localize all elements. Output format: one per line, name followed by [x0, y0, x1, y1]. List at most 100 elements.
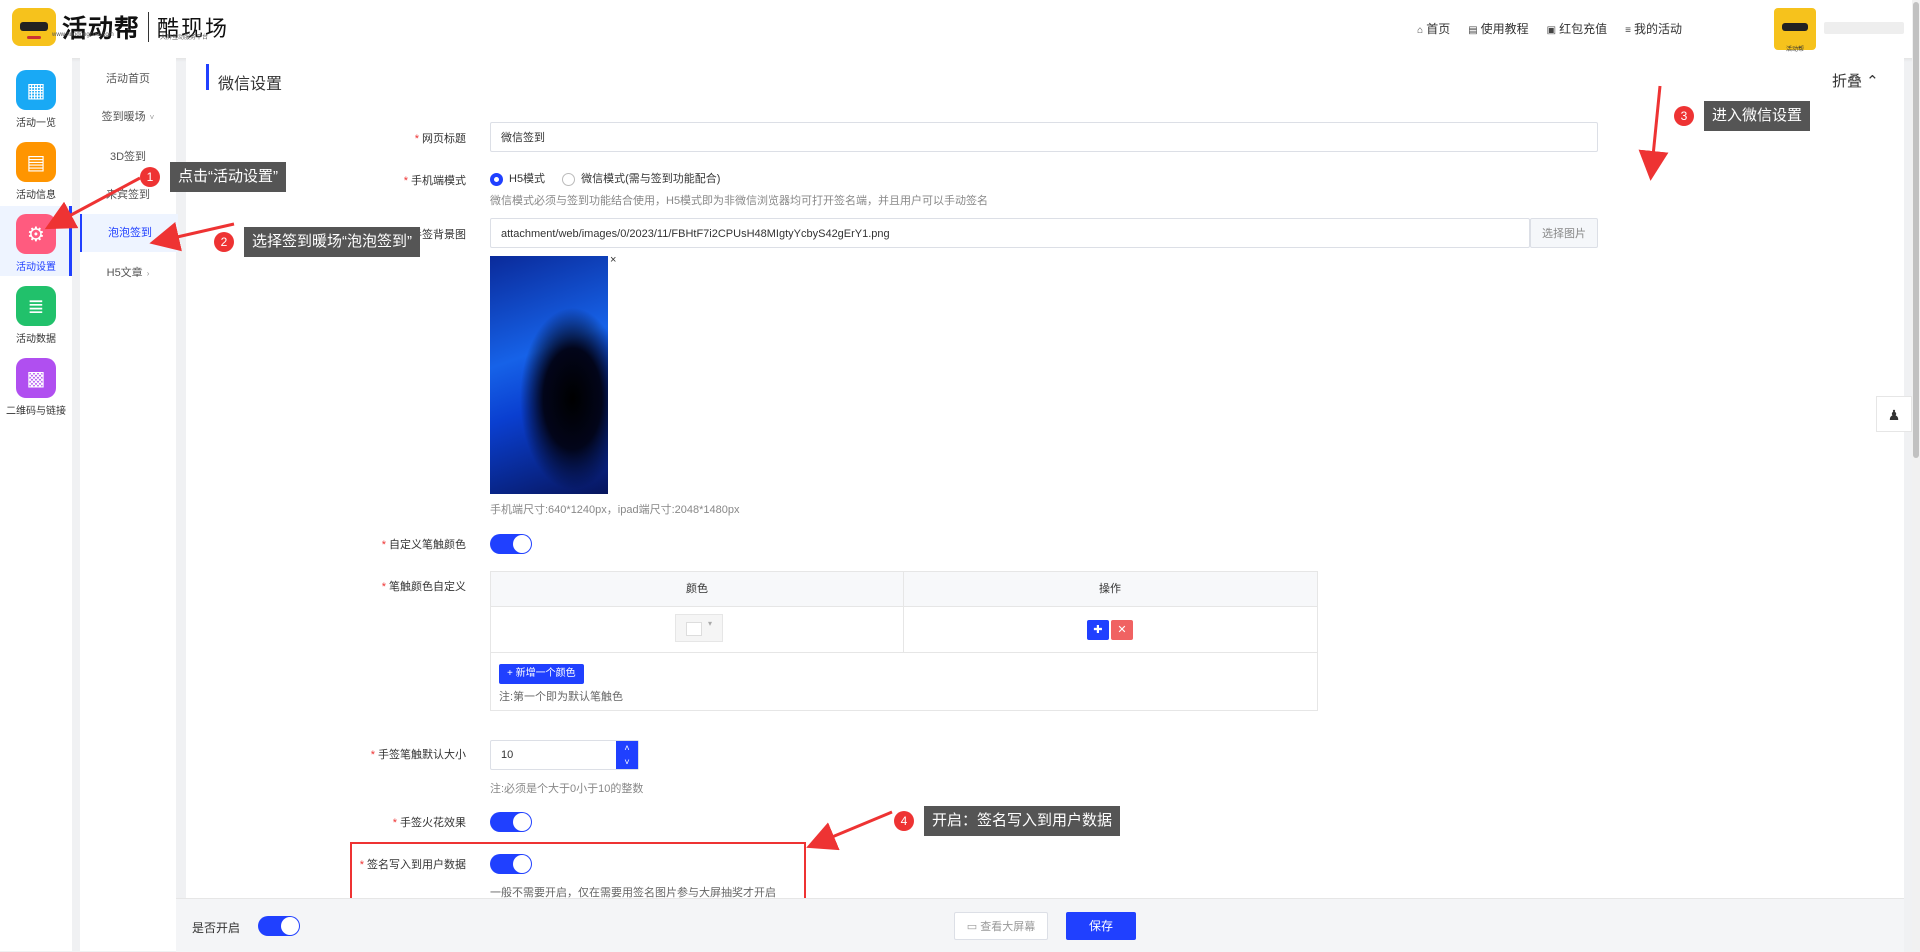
top-nav: ⌂ 首页 ▤ 使用教程 ▣ 红包充值 ≡ 我的活动: [1417, 20, 1682, 37]
qrcode-icon: ▩: [16, 358, 56, 398]
required-mark: *: [403, 175, 408, 187]
nav-recharge[interactable]: ▣ 红包充值: [1547, 20, 1607, 37]
required-mark: *: [392, 817, 397, 829]
rail-item-settings[interactable]: ⚙ 活动设置: [0, 206, 72, 276]
submenu-3d-checkin[interactable]: 3D签到: [80, 138, 176, 176]
label-text: 网页标题: [422, 133, 466, 145]
radio-h5[interactable]: H5模式: [490, 172, 546, 186]
bg-image-preview: [490, 256, 608, 494]
remove-image-icon[interactable]: ×: [610, 254, 616, 266]
brush-size-hint: 注:必须是个大于0小于10的整数: [490, 783, 644, 795]
panel-title: 微信设置: [218, 76, 283, 93]
submenu-h5-article[interactable]: H5文章 ›: [80, 254, 176, 292]
logo-divider: [148, 12, 150, 42]
list-icon: ≡: [1625, 25, 1631, 36]
chevron-down-icon[interactable]: ˅: [616, 755, 638, 769]
col-color-header: 颜色: [686, 583, 708, 595]
rail-label: 二维码与链接: [6, 406, 66, 417]
submenu-home[interactable]: 活动首页: [80, 60, 176, 98]
book-icon: ▤: [1468, 25, 1478, 36]
bg-image-hint: 手机端尺寸:640*1240px，ipad端尺寸:2048*1480px: [490, 504, 740, 516]
label-text: 手签笔触默认大小: [378, 749, 466, 761]
color-picker[interactable]: [675, 614, 723, 642]
submenu-bubble-checkin[interactable]: 泡泡签到: [80, 214, 178, 252]
submenu-label: 3D签到: [109, 151, 147, 163]
database-icon: ≣: [16, 286, 56, 326]
add-color-button[interactable]: + 新增一个颜色: [499, 664, 584, 684]
nav-tutorial[interactable]: ▤ 使用教程: [1468, 20, 1528, 37]
rail-label: 活动信息: [16, 190, 56, 201]
logo-cat-icon: [12, 8, 56, 46]
gear-icon: ⚙: [16, 214, 56, 254]
annotation-badge-2: 2: [214, 232, 234, 252]
color-table-label: * 笔触颜色自定义: [186, 578, 466, 594]
mode-radio-group: H5模式 微信模式(需与签到功能配合): [490, 170, 720, 186]
scrollbar-thumb[interactable]: [1913, 2, 1919, 458]
custom-color-label: * 自定义笔触颜色: [186, 536, 466, 552]
avatar-caption: 活动帮: [1785, 47, 1804, 53]
rail-item-qrcode[interactable]: ▩ 二维码与链接: [0, 350, 72, 420]
spark-effect-label: * 手签火花效果: [186, 814, 466, 830]
delete-row-button[interactable]: ✕: [1111, 620, 1133, 640]
annotation-badge-1: 1: [140, 167, 160, 187]
custom-color-switch[interactable]: [490, 534, 532, 554]
chevron-up-icon[interactable]: ˄: [616, 741, 638, 755]
nav-tutorial-label: 使用教程: [1480, 22, 1529, 36]
logo-slogan-text: 大屏互动服务平台: [160, 35, 209, 41]
nav-home-label: 首页: [1426, 22, 1451, 36]
page-title-input[interactable]: 微信签到: [490, 122, 1598, 152]
spark-effect-switch[interactable]: [490, 812, 532, 832]
submenu-label: 泡泡签到: [108, 227, 152, 239]
support-chat-icon[interactable]: ♟: [1876, 396, 1912, 432]
bg-image-path-input[interactable]: attachment/web/images/0/2023/11/FBHtF7i2…: [490, 218, 1530, 248]
radio-on-icon: [490, 172, 503, 186]
submenu-label: 活动首页: [106, 73, 150, 85]
enable-label: 是否开启: [192, 921, 241, 935]
document-icon: ▤: [16, 142, 56, 182]
rail-label: 活动一览: [16, 118, 56, 129]
annotation-callout-3: 进入微信设置: [1704, 101, 1811, 131]
col-action-header: 操作: [1099, 583, 1121, 595]
home-icon: ⌂: [1417, 25, 1424, 36]
chevron-right-icon: ›: [146, 269, 150, 278]
label-text: 手机端模式: [411, 175, 466, 187]
nav-home[interactable]: ⌂ 首页: [1417, 20, 1450, 37]
add-row-button[interactable]: ✚: [1087, 620, 1109, 640]
annotation-badge-3: 3: [1674, 106, 1694, 126]
brush-size-stepper[interactable]: 10 ˄ ˅: [490, 740, 639, 770]
rail-item-info[interactable]: ▤ 活动信息: [0, 134, 72, 204]
rail-item-overview[interactable]: ▦ 活动一览: [0, 62, 72, 132]
radio-wechat[interactable]: 微信模式(需与签到功能配合): [562, 172, 720, 186]
choose-image-button[interactable]: 选择图片: [1530, 218, 1598, 248]
color-table: 颜色 操作 ✚ ✕ + 新增一个颜色 注:第一个即为默认笔触色: [490, 571, 1318, 711]
panel-title-bar: [206, 64, 209, 90]
mode-hint: 微信模式必须与签到功能结合使用，H5模式即为非微信浏览器均可打开签名端，并且用户…: [490, 195, 989, 207]
submenu-guest-checkin[interactable]: 来宾签到: [80, 176, 176, 214]
submenu-checkin-warmup[interactable]: 签到暖场 ˅: [80, 98, 176, 136]
rail-item-data[interactable]: ≣ 活动数据: [0, 278, 72, 348]
submenu-label: 来宾签到: [106, 189, 150, 201]
grid-icon: ▦: [16, 70, 56, 110]
annotation-callout-1: 点击“活动设置”: [170, 162, 286, 192]
top-header: 活动帮 酷现场 www.huodongcool.com 大屏互动服务平台 ⌂ 首页…: [0, 0, 1920, 59]
icon-rail: ▦ 活动一览 ▤ 活动信息 ⚙ 活动设置 ≣ 活动数据 ▩ 二维码与链接: [0, 58, 72, 951]
radio-h5-label: H5模式: [509, 173, 546, 185]
save-button[interactable]: 保存: [1066, 912, 1136, 940]
annotation-callout-2: 选择签到暖场“泡泡签到”: [244, 227, 420, 257]
fold-toggle[interactable]: 折叠 ⌃: [1832, 70, 1879, 91]
wallet-icon: ▣: [1546, 25, 1557, 36]
nav-my-events-label: 我的活动: [1633, 22, 1682, 36]
username-blurred[interactable]: [1824, 22, 1904, 34]
enable-switch[interactable]: [258, 916, 300, 936]
view-big-screen-button[interactable]: ▭ 查看大屏幕: [954, 912, 1048, 940]
required-mark: *: [381, 539, 386, 551]
brush-size-value: 10: [501, 749, 514, 761]
logo-url-text: www.huodongcool.com: [52, 32, 114, 38]
footer-bar: 是否开启 ▭ 查看大屏幕 保存: [176, 898, 1904, 952]
highlight-box: [350, 842, 806, 904]
main-panel: 微信设置 折叠 ⌃ * 网页标题 微信签到 * 手机端模式 H5模式 微信模式(需与…: [186, 58, 1904, 899]
color-note: 注:第一个即为默认笔触色: [499, 691, 624, 703]
annotation-badge-4: 4: [894, 811, 914, 831]
table-row: ✚ ✕: [491, 606, 1317, 653]
nav-my-events[interactable]: ≡ 我的活动: [1625, 20, 1682, 37]
